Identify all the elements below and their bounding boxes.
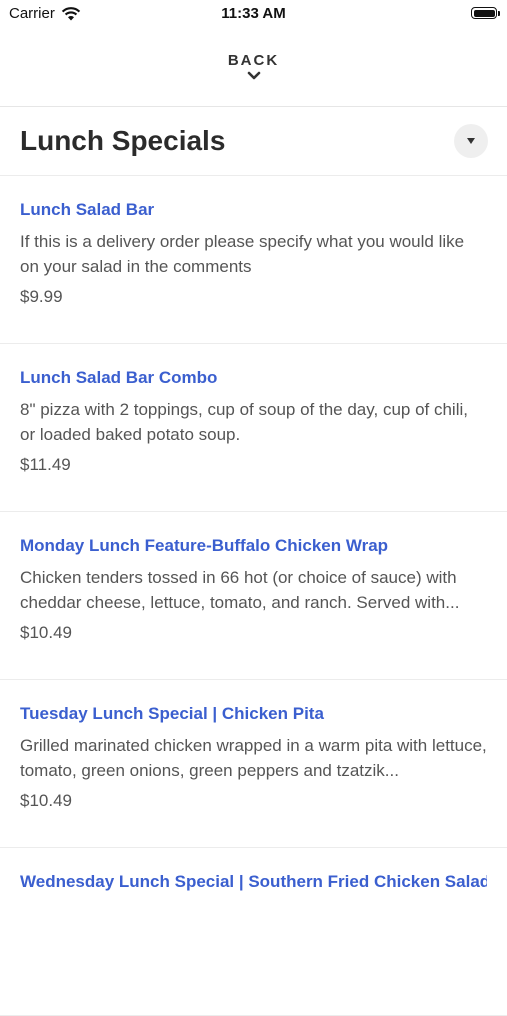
menu-item[interactable]: Lunch Salad Bar Combo 8" pizza with 2 to… [0,344,507,512]
status-bar: Carrier 11:33 AM [0,0,507,28]
menu-item[interactable]: Wednesday Lunch Special | Southern Fried… [0,848,507,1016]
item-description: Grilled marinated chicken wrapped in a w… [20,736,487,780]
section-header: Lunch Specials [0,107,507,175]
item-name: Lunch Salad Bar Combo [20,368,218,387]
collapse-button[interactable] [454,124,488,158]
item-description: Chicken tenders tossed in 66 hot (or cho… [20,568,460,612]
menu-item[interactable]: Monday Lunch Feature-Buffalo Chicken Wra… [0,512,507,680]
back-label: BACK [227,52,280,69]
item-price: $11.49 [20,455,71,474]
item-price: $10.49 [20,791,72,810]
item-description: If this is a delivery order please speci… [20,232,465,276]
item-price: $10.49 [20,623,72,642]
item-name: Tuesday Lunch Special | Chicken Pita [20,704,324,723]
status-time: 11:33 AM [221,5,286,22]
item-price: $9.99 [20,287,63,306]
caret-down-icon [467,138,475,144]
menu-item[interactable]: Lunch Salad Bar If this is a delivery or… [0,176,507,344]
back-button[interactable]: BACK [0,44,507,106]
battery-icon [471,7,500,19]
item-name: Wednesday Lunch Special | Southern Fried… [20,872,487,891]
section-title: Lunch Specials [20,125,226,156]
item-name: Lunch Salad Bar [20,200,155,219]
chevron-down-icon [247,71,260,80]
item-name: Monday Lunch Feature-Buffalo Chicken Wra… [20,536,389,555]
menu-item[interactable]: Tuesday Lunch Special | Chicken Pita Gri… [0,680,507,848]
item-description: 8" pizza with 2 toppings, cup of soup of… [20,400,468,444]
menu-list: Lunch Salad Bar If this is a delivery or… [0,176,507,1016]
